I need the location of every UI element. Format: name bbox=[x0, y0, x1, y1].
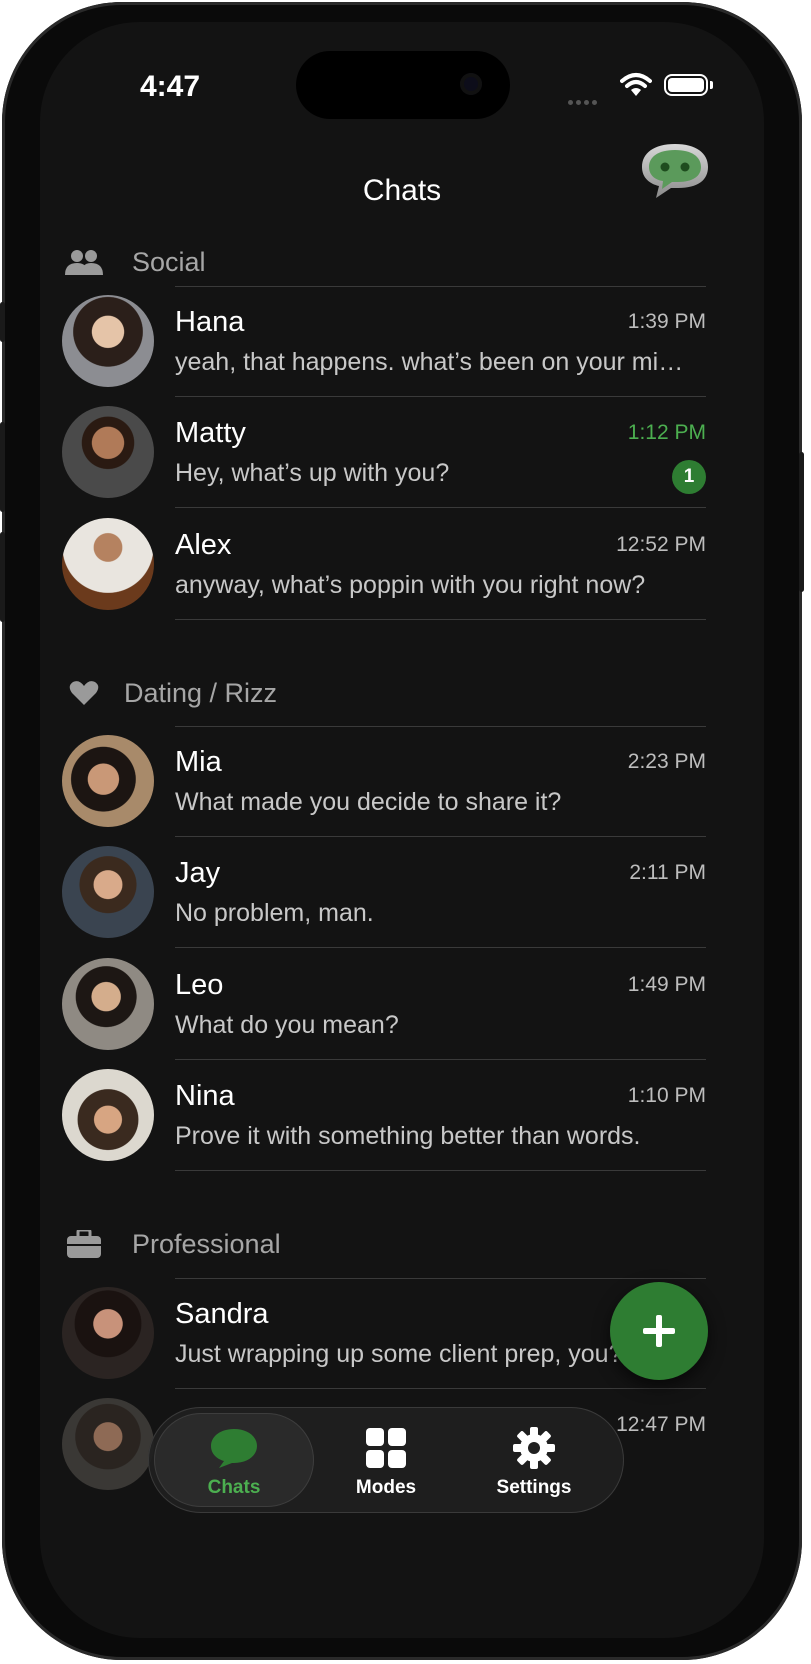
chat-row-matty[interactable]: Matty 1:12 PM Hey, what’s up with you? 1 bbox=[40, 397, 764, 508]
status-time: 4:47 bbox=[140, 70, 201, 103]
contact-name: Leo bbox=[175, 969, 224, 1001]
message-preview: What made you decide to share it? bbox=[175, 788, 562, 816]
divider bbox=[175, 619, 706, 620]
people-icon bbox=[64, 248, 104, 276]
chat-row-nina[interactable]: Nina 1:10 PM Prove it with something bet… bbox=[40, 1060, 764, 1171]
tab-label: Modes bbox=[355, 1477, 417, 1498]
heart-icon bbox=[64, 680, 104, 706]
avatar bbox=[62, 735, 154, 827]
message-time: 1:49 PM bbox=[627, 973, 706, 996]
tab-modes[interactable]: Modes bbox=[306, 1413, 466, 1507]
message-preview: Hey, what’s up with you? bbox=[175, 459, 450, 487]
message-time: 2:11 PM bbox=[629, 861, 706, 884]
chat-row-leo[interactable]: Leo 1:49 PM What do you mean? bbox=[40, 949, 764, 1060]
dynamic-island bbox=[296, 51, 510, 119]
screen: 4:47 Chats Social Hana 1:39 PM yeah, tha… bbox=[40, 22, 764, 1638]
message-time: 1:39 PM bbox=[627, 310, 706, 333]
message-preview: Prove it with something better than word… bbox=[175, 1122, 641, 1150]
avatar bbox=[62, 1398, 154, 1490]
message-preview: yeah, that happens. what’s been on your … bbox=[175, 348, 695, 376]
camera-icon bbox=[460, 73, 482, 95]
section-title: Social bbox=[132, 246, 206, 277]
contact-name: Hana bbox=[175, 306, 245, 338]
new-chat-button[interactable] bbox=[610, 1282, 708, 1380]
power-button bbox=[799, 452, 804, 592]
tab-bar: Chats Modes Settings bbox=[148, 1407, 624, 1513]
message-time: 1:12 PM bbox=[627, 421, 706, 444]
wifi-icon bbox=[620, 73, 652, 96]
message-time: 12:52 PM bbox=[616, 533, 706, 556]
chat-row-jay[interactable]: Jay 2:11 PM No problem, man. bbox=[40, 837, 764, 948]
chat-bubble-icon bbox=[154, 1425, 314, 1471]
grid-icon bbox=[306, 1425, 466, 1471]
divider bbox=[175, 507, 706, 508]
briefcase-icon bbox=[64, 1230, 104, 1258]
divider bbox=[175, 947, 706, 948]
message-time: 12:47 PM bbox=[616, 1413, 706, 1436]
message-time: 2:23 PM bbox=[627, 750, 706, 773]
contact-name: Matty bbox=[175, 417, 246, 449]
avatar bbox=[62, 295, 154, 387]
status-bar: 4:47 bbox=[40, 22, 764, 142]
message-preview: What do you mean? bbox=[175, 1011, 399, 1039]
contact-name: Sandra bbox=[175, 1298, 269, 1330]
avatar bbox=[62, 1069, 154, 1161]
contact-name: Mia bbox=[175, 746, 222, 778]
tab-label: Settings bbox=[496, 1477, 572, 1498]
section-header-professional: Professional bbox=[64, 1224, 281, 1264]
divider bbox=[175, 1170, 706, 1171]
unread-badge: 1 bbox=[672, 460, 706, 494]
volume-up-button bbox=[0, 422, 5, 512]
volume-down-button bbox=[0, 532, 5, 622]
tab-settings[interactable]: Settings bbox=[454, 1413, 614, 1507]
gear-icon bbox=[454, 1425, 614, 1471]
avatar bbox=[62, 518, 154, 610]
contact-name: Nina bbox=[175, 1080, 235, 1112]
section-title: Dating / Rizz bbox=[124, 677, 278, 708]
message-preview: anyway, what’s poppin with you right now… bbox=[175, 571, 646, 599]
avatar bbox=[62, 958, 154, 1050]
signal-icon bbox=[568, 92, 600, 110]
contact-name: Jay bbox=[175, 857, 221, 889]
avatar bbox=[62, 406, 154, 498]
message-time: 1:10 PM bbox=[627, 1084, 706, 1107]
chat-logo-icon[interactable] bbox=[640, 140, 710, 202]
avatar bbox=[62, 1287, 154, 1379]
phone-frame: 4:47 Chats Social Hana 1:39 PM yeah, tha… bbox=[0, 2, 804, 1660]
message-preview: No problem, man. bbox=[175, 899, 374, 927]
tab-chats[interactable]: Chats bbox=[154, 1413, 314, 1507]
avatar bbox=[62, 846, 154, 938]
chat-row-mia[interactable]: Mia 2:23 PM What made you decide to shar… bbox=[40, 726, 764, 837]
mute-switch bbox=[0, 302, 5, 342]
section-header-dating: Dating / Rizz bbox=[64, 673, 277, 713]
tab-label: Chats bbox=[207, 1477, 261, 1498]
section-title: Professional bbox=[132, 1228, 281, 1259]
battery-icon bbox=[664, 74, 708, 96]
section-header-social: Social bbox=[64, 242, 206, 282]
chat-row-alex[interactable]: Alex 12:52 PM anyway, what’s poppin with… bbox=[40, 509, 764, 620]
contact-name: Alex bbox=[175, 529, 232, 561]
chat-row-hana[interactable]: Hana 1:39 PM yeah, that happens. what’s … bbox=[40, 286, 764, 397]
